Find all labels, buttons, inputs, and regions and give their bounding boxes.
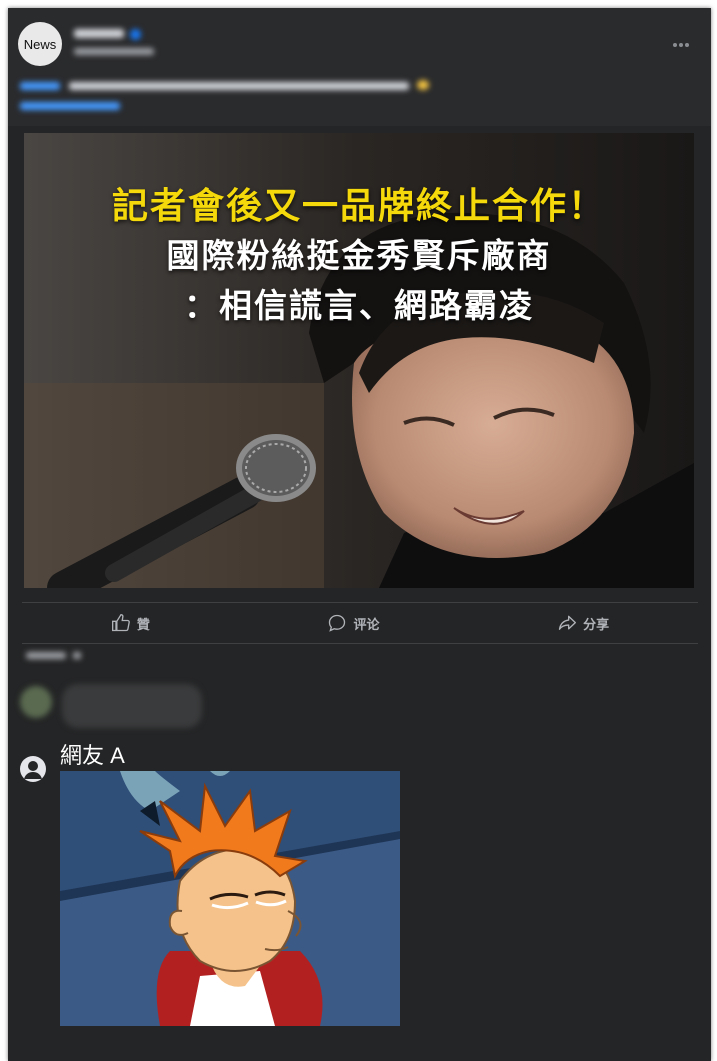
thumbs-up-icon	[111, 613, 130, 632]
commenter-avatar-redacted	[20, 686, 52, 718]
user-silhouette-icon	[24, 761, 42, 779]
comment-sort-redacted[interactable]	[26, 650, 82, 662]
image-headline-line-1: 記者會後又一品牌終止合作！	[111, 186, 606, 227]
image-headline-line-2: 國際粉絲挺金秀賢斥廠商	[166, 236, 552, 275]
facebook-post-card: News 記者會後又一品牌終止合作！ 國際粉絲挺金秀賢斥廠商 ：相信謊言、網路霸…	[8, 8, 711, 1061]
post-image[interactable]: 記者會後又一品牌終止合作！ 國際粉絲挺金秀賢斥廠商 ：相信謊言、網路霸凌	[24, 133, 694, 588]
post-action-bar: 贊 评论 分享	[22, 602, 698, 644]
post-header: News	[8, 8, 711, 126]
blurred-comment	[20, 680, 220, 730]
page-name-redacted[interactable]	[74, 26, 141, 41]
comment-username[interactable]: 網友 A	[60, 738, 125, 770]
page-avatar-label: News	[23, 36, 57, 52]
verified-badge-icon	[130, 29, 141, 41]
speech-bubble-icon	[329, 614, 346, 632]
image-headline-line-3: ：相信謊言、網路霸凌	[184, 286, 534, 325]
comment-bubble-redacted	[62, 684, 202, 728]
page-avatar[interactable]: News	[18, 22, 62, 66]
more-dots-icon[interactable]	[673, 34, 693, 47]
post-caption-redacted	[20, 76, 429, 116]
share-button[interactable]: 分享	[557, 613, 609, 633]
share-arrow-icon	[558, 615, 577, 630]
comment-button[interactable]: 评论	[327, 613, 379, 633]
comment-label: 评论	[353, 616, 380, 632]
like-button[interactable]: 贊	[111, 613, 150, 633]
user-avatar-icon[interactable]	[20, 756, 46, 782]
share-label: 分享	[583, 616, 610, 632]
squinting-cartoon-meme	[60, 771, 400, 1026]
comment-meme-image[interactable]	[60, 771, 400, 1026]
like-label: 贊	[136, 616, 150, 632]
post-timestamp-redacted[interactable]	[74, 46, 154, 58]
